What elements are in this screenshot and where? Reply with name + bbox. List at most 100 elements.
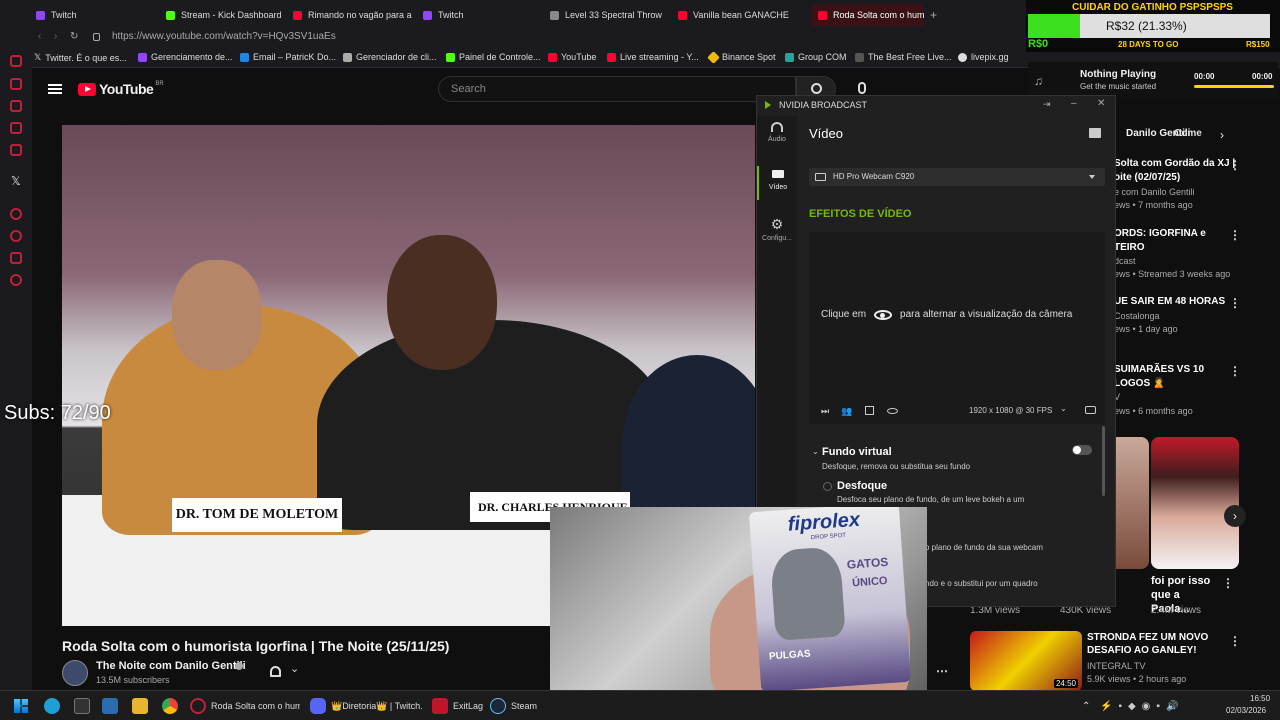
bookmark-binance[interactable]: Binance Spot xyxy=(707,50,776,64)
short-more-icon[interactable]: ⋮ xyxy=(1222,576,1234,590)
menu-icon[interactable] xyxy=(48,84,62,94)
start-button[interactable] xyxy=(14,697,28,715)
taskbar-discord-window[interactable]: 👑Diretoria👑 | Twitch. xyxy=(310,697,426,715)
taskbar-edge-icon[interactable] xyxy=(44,697,65,715)
related-more-icon[interactable]: ⋮ xyxy=(1229,296,1241,310)
sidebar-extensions-icon[interactable] xyxy=(10,252,22,264)
preview-eye-icon[interactable] xyxy=(887,408,898,414)
tab-kick-dashboard[interactable]: Stream - Kick Dashboard xyxy=(166,4,286,26)
bookmark-gerenciador[interactable]: Gerenciador de cli... xyxy=(343,52,437,62)
taskbar-explorer-icon[interactable] xyxy=(132,697,153,715)
channel-avatar[interactable] xyxy=(62,660,88,686)
sidebar-player-icon[interactable] xyxy=(10,208,22,220)
bookmark-painel[interactable]: Painel de Controle... xyxy=(446,52,541,62)
shorts-next-button[interactable]: › xyxy=(1224,505,1246,527)
back-icon[interactable]: ‹ xyxy=(38,31,41,42)
bookmark-youtube[interactable]: YouTube xyxy=(548,52,596,62)
effects-title: EFEITOS DE VÍDEO xyxy=(809,208,912,220)
nav-settings[interactable]: ⚙ Configu... xyxy=(757,216,797,250)
sidebar-store-icon[interactable] xyxy=(10,78,22,90)
bookmark-best-free[interactable]: The Best Free Live... xyxy=(855,52,952,62)
mic-icon[interactable] xyxy=(858,82,866,94)
search-input[interactable]: Search xyxy=(451,83,486,95)
chip-come[interactable]: Come xyxy=(1174,128,1202,139)
related-title[interactable]: UE SAIR EM 48 HORAS xyxy=(1114,296,1225,307)
bookmark-live-streaming[interactable]: Live streaming - Y... xyxy=(607,52,699,62)
tray-chevron-icon[interactable]: ⌃ xyxy=(1082,697,1090,715)
scrollbar[interactable] xyxy=(1102,426,1105,496)
sidebar-twitch-icon[interactable] xyxy=(10,122,22,134)
reload-icon[interactable]: ↻ xyxy=(70,31,78,42)
sidebar-home-icon[interactable] xyxy=(10,55,22,67)
nav-video[interactable]: Vídeo xyxy=(757,166,797,200)
search-box[interactable]: Search xyxy=(438,76,796,102)
taskbar-opera-window[interactable]: Roda Solta com o humo xyxy=(190,697,300,715)
bookmark-email[interactable]: Email – PatricK Do... xyxy=(240,52,336,62)
no-camera-icon[interactable] xyxy=(1085,406,1096,414)
related-title[interactable]: TEIRO xyxy=(1114,242,1145,253)
taskbar-exitlag-window[interactable]: ExitLag xyxy=(432,697,483,715)
chevron-down-icon[interactable]: ⌄ xyxy=(290,662,299,675)
sidebar-gmail-icon[interactable] xyxy=(10,144,22,156)
url-field[interactable]: https://www.youtube.com/watch?v=HQv3SV1u… xyxy=(112,31,336,42)
sidebar-history-icon[interactable] xyxy=(10,230,22,242)
related-title[interactable]: STRONDA FEZ UM NOVO xyxy=(1087,632,1208,643)
taskbar-calculator-icon[interactable] xyxy=(74,697,95,715)
channel-name[interactable]: The Noite com Danilo Gentili xyxy=(96,660,246,672)
youtube-logo[interactable]: YouTube BR xyxy=(78,81,164,97)
tab-roda-solta[interactable]: Roda Solta com o humo xyxy=(812,4,924,26)
chevron-right-icon[interactable]: › xyxy=(1220,128,1224,142)
related-more-icon[interactable]: ⋮ xyxy=(1229,158,1241,172)
related-title[interactable]: LOGOS 🙎 xyxy=(1114,378,1165,389)
taskbar-steam-window[interactable]: Steam xyxy=(490,697,537,715)
taskbar-chart-icon[interactable] xyxy=(102,697,123,715)
skip-icon[interactable]: ⏭ xyxy=(821,406,829,417)
tab-level-33[interactable]: Level 33 Spectral Throw G xyxy=(550,4,662,26)
close-button[interactable]: ✕ xyxy=(1097,98,1105,109)
clock-time[interactable]: 16:50 xyxy=(1250,694,1270,703)
new-tab-button[interactable]: + xyxy=(930,8,937,22)
image-icon[interactable] xyxy=(865,406,874,415)
clock-date[interactable]: 02/03/2026 xyxy=(1226,706,1266,715)
collapse-chevron-icon[interactable]: ⌄ xyxy=(812,447,819,456)
feedback-icon[interactable] xyxy=(1089,128,1101,138)
related-more-icon[interactable]: ⋮ xyxy=(1229,634,1241,648)
resolution-label[interactable]: 1920 x 1080 @ 30 FPS xyxy=(969,406,1052,415)
related-more-icon[interactable]: ⋮ xyxy=(1229,364,1241,378)
popout-icon[interactable]: ⇥ xyxy=(1043,99,1051,110)
tab-twitch-2[interactable]: Twitch xyxy=(423,4,543,26)
tab-rimando[interactable]: Rimando no vagão para a xyxy=(293,4,413,26)
bookmark-livepix[interactable]: livepix.gg xyxy=(958,52,1009,62)
minimize-button[interactable]: – xyxy=(1071,98,1077,109)
chevron-down-icon[interactable]: ⌄ xyxy=(1060,404,1067,413)
related-title[interactable]: ORDS: IGORFINA e xyxy=(1114,228,1206,239)
taskbar-chrome-icon[interactable] xyxy=(162,697,183,715)
related-more-icon[interactable]: ⋮ xyxy=(1229,228,1241,242)
short-thumbnail[interactable] xyxy=(1113,437,1149,569)
bookmark-group-com[interactable]: Group COM xyxy=(785,52,847,62)
nav-audio[interactable]: Áudio xyxy=(757,122,797,154)
related-thumbnail[interactable]: 24:50 xyxy=(970,631,1082,691)
tab-vanilla[interactable]: Vanilla bean GANACHE Cr xyxy=(678,4,790,26)
tray-icons[interactable]: ⚡▪◆◉▪🔊 xyxy=(1100,697,1210,715)
option-radio[interactable] xyxy=(823,482,832,491)
related-title[interactable]: oite (02/07/25) xyxy=(1114,172,1180,183)
option-label[interactable]: Desfoque xyxy=(837,480,887,492)
more-actions-icon[interactable]: ⋯ xyxy=(936,664,948,678)
related-title[interactable]: Solta com Gordão da XJ | xyxy=(1114,158,1235,169)
sidebar-x-icon[interactable]: 𝕏 xyxy=(11,174,21,188)
eye-icon[interactable] xyxy=(874,309,893,320)
device-select[interactable]: HD Pro Webcam C920 xyxy=(809,168,1105,186)
short-thumbnail[interactable] xyxy=(1151,437,1239,569)
forward-icon[interactable]: › xyxy=(54,31,57,42)
related-title[interactable]: SUIMARÃES VS 10 xyxy=(1114,364,1204,375)
related-title[interactable]: DESAFIO AO GANLEY! xyxy=(1087,645,1197,656)
effect-toggle[interactable] xyxy=(1072,445,1092,455)
bookmark-twitter[interactable]: 𝕏 Twitter. É o que es... xyxy=(34,52,127,63)
tab-twitch-1[interactable]: Twitch xyxy=(36,4,156,26)
bookmark-gerenciamento[interactable]: Gerenciamento de... xyxy=(138,52,233,62)
bell-icon[interactable] xyxy=(270,666,281,677)
sidebar-bag-icon[interactable] xyxy=(10,100,22,112)
sidebar-settings-icon[interactable] xyxy=(10,274,22,286)
person-icon[interactable]: 👥 xyxy=(841,406,852,417)
